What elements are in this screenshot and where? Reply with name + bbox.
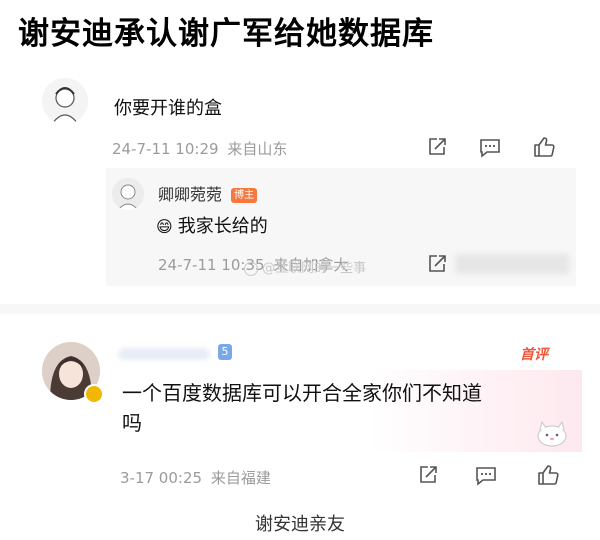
avatar[interactable] [42, 78, 88, 124]
comment-meta: 3-17 00:25 来自福建 [120, 467, 271, 488]
watermark-text: @互联网的一些事 [262, 261, 367, 276]
comment-text-line: 一个百度数据库可以开合全家你们不知道 [122, 381, 482, 405]
comment-button[interactable] [478, 135, 502, 159]
share-button[interactable] [425, 135, 449, 159]
watermark: @互联网的一些事 [244, 257, 366, 276]
comment-text: 你要开谁的盒 [114, 98, 222, 119]
first-comment-tag: 首评 [520, 347, 548, 363]
verified-icon [84, 384, 104, 404]
avatar[interactable] [112, 178, 144, 210]
weibo-logo-icon [244, 261, 258, 276]
author-badge: 博主 [231, 188, 258, 203]
laugh-emoji-icon: 😄 [156, 217, 173, 236]
level-badge: 5 [218, 344, 232, 360]
share-icon [420, 466, 437, 483]
comment-time: 24-7-11 10:29 [112, 140, 219, 158]
comment-button[interactable] [474, 463, 498, 487]
like-button[interactable] [536, 463, 560, 487]
comment-icon [476, 467, 496, 486]
reply-text: 我家长给的 [177, 216, 268, 237]
comment-location: 来自山东 [227, 140, 288, 158]
blurred-username [118, 348, 210, 360]
caption: 谢安迪亲友 [255, 514, 345, 535]
blurred-actions [455, 254, 570, 274]
comment-meta: 24-7-11 10:29 来自山东 [112, 138, 287, 159]
like-icon [538, 465, 559, 485]
share-button[interactable] [425, 252, 449, 276]
avatar-illustration [112, 178, 144, 210]
comment-text-line: 吗 [122, 411, 142, 435]
headline: 谢安迪承认谢广军给她数据库 [18, 16, 434, 52]
reply-header: 卿卿菀菀 博主 [158, 181, 258, 205]
avatar-illustration [42, 78, 88, 124]
divider [0, 304, 600, 314]
cat-sticker-icon [532, 416, 572, 448]
share-button[interactable] [416, 463, 440, 487]
share-icon [429, 255, 446, 272]
comment-icon [480, 139, 500, 158]
like-icon [534, 137, 555, 157]
reply-text-row: 😄 我家长给的 [156, 212, 268, 238]
comment-text: 一个百度数据库可以开合全家你们不知道 吗 [122, 378, 482, 438]
comment-location: 来自福建 [210, 469, 271, 487]
comment-time: 3-17 00:25 [120, 469, 203, 487]
reply-username[interactable]: 卿卿菀菀 [158, 185, 222, 204]
share-icon [429, 138, 446, 155]
like-button[interactable] [532, 135, 556, 159]
